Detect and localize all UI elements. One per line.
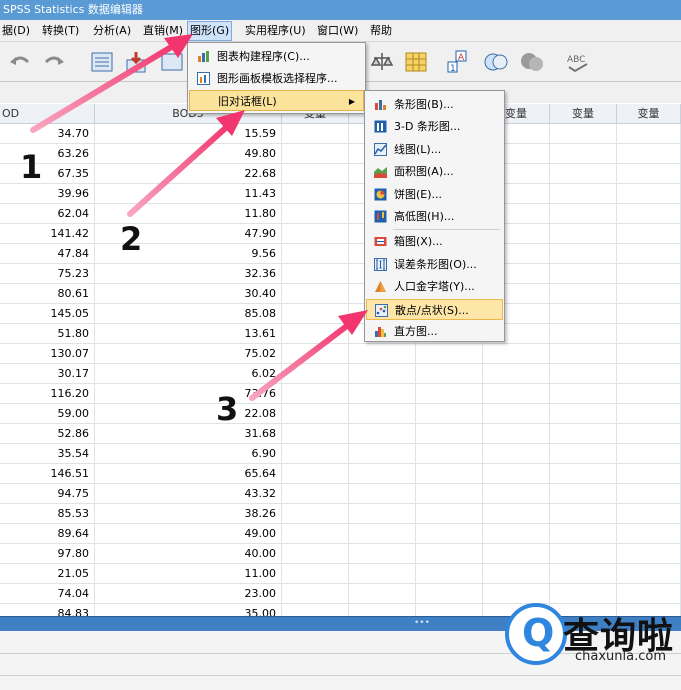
arrow-2 — [127, 110, 245, 217]
arrow-1 — [30, 34, 193, 133]
annotation-label-2: 2 — [120, 220, 143, 258]
annotation-arrows — [30, 34, 368, 401]
watermark: Q 查询啦 chaxunla.com — [505, 603, 675, 667]
arrow-3 — [249, 310, 368, 401]
annotation-label-3: 3 — [216, 390, 239, 428]
watermark-logo-icon: Q — [505, 603, 567, 665]
watermark-badge: Q — [522, 611, 555, 655]
annotation-label-1: 1 — [20, 148, 43, 186]
watermark-domain: chaxunla.com — [575, 649, 666, 664]
